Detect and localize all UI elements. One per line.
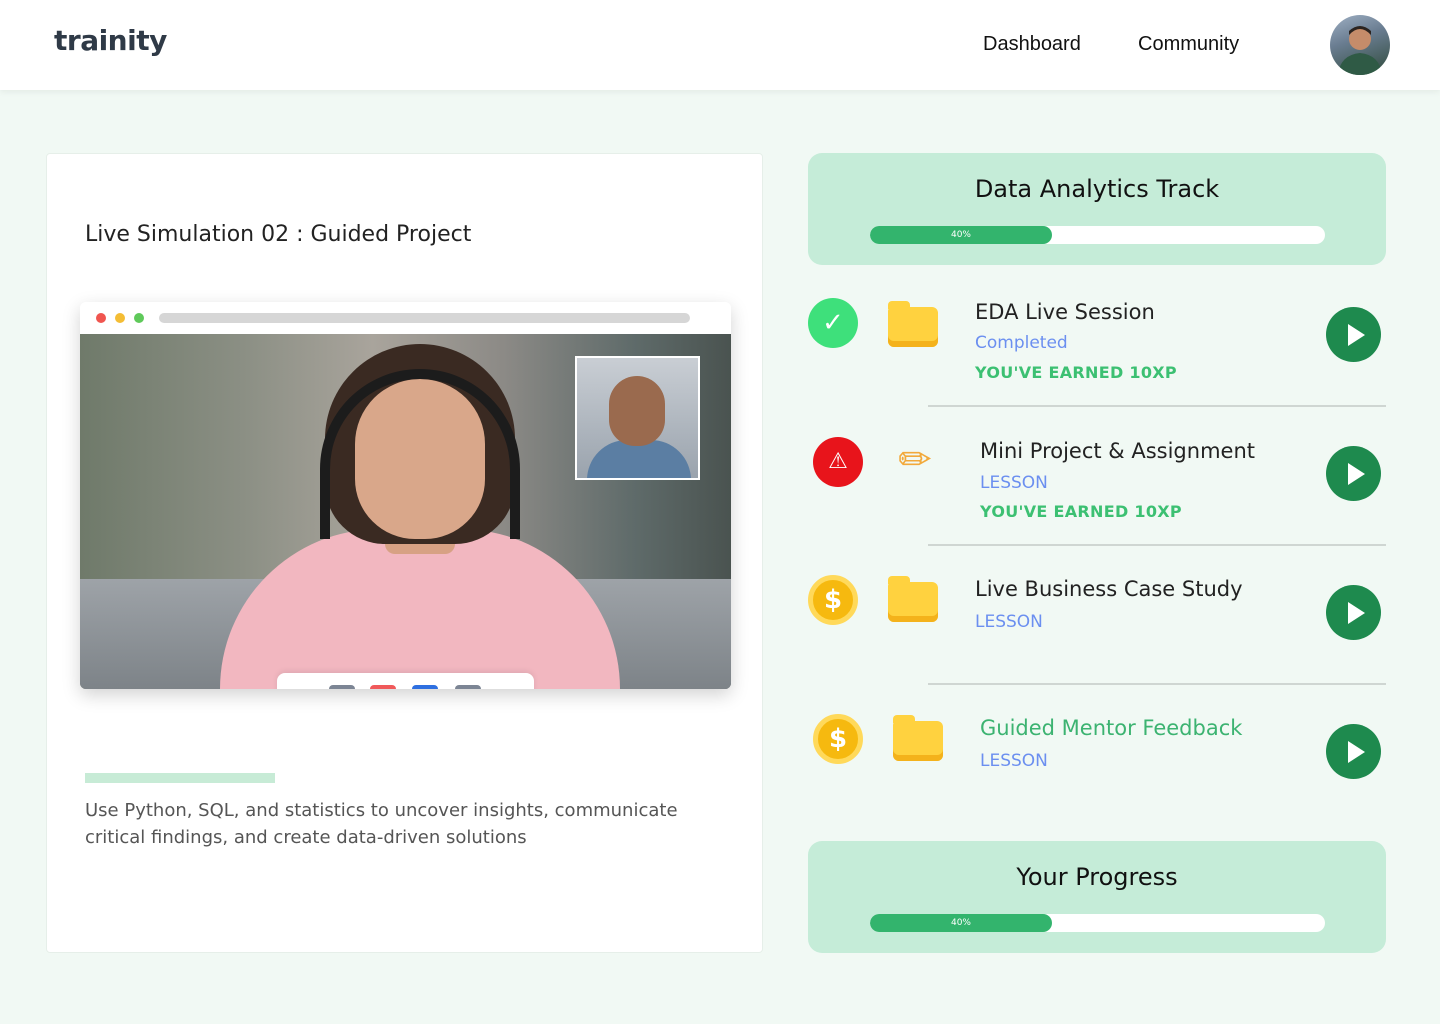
- lesson-title: Guided Mentor Feedback: [980, 716, 1243, 740]
- play-button[interactable]: [1326, 585, 1381, 640]
- folder-icon: [888, 301, 938, 347]
- trainity-logo[interactable]: trainity: [54, 24, 167, 57]
- lesson-status[interactable]: Completed: [975, 333, 1068, 353]
- video-feed[interactable]: ● ☎ ■ ⚙: [80, 334, 731, 689]
- nav-dashboard[interactable]: Dashboard: [983, 33, 1081, 56]
- overall-progress-bar: 40%: [870, 914, 1325, 932]
- lesson-status[interactable]: LESSON: [980, 473, 1048, 493]
- call-controls: ● ☎ ■ ⚙: [277, 673, 534, 689]
- lesson-title: Mini Project & Assignment: [980, 439, 1255, 463]
- check-icon: ✓: [808, 298, 858, 348]
- lesson-title: Live Business Case Study: [975, 577, 1243, 601]
- coin-icon: $: [813, 714, 863, 764]
- alert-icon: ⚠: [813, 437, 863, 487]
- overall-progress-fill: 40%: [870, 914, 1052, 932]
- track-title: Data Analytics Track: [974, 175, 1220, 203]
- settings-gear-icon[interactable]: ⚙: [455, 685, 481, 689]
- lesson-xp: YOU'VE EARNED 10XP: [975, 363, 1177, 382]
- lesson-item[interactable]: ⚠ ✏ Mini Project & Assignment LESSON YOU…: [808, 404, 1386, 542]
- user-avatar[interactable]: [1330, 15, 1390, 75]
- avatar-photo: [1338, 26, 1382, 75]
- progress-title: Your Progress: [1016, 863, 1178, 891]
- play-button[interactable]: [1326, 307, 1381, 362]
- play-button[interactable]: [1326, 724, 1381, 779]
- video-call-window: ● ☎ ■ ⚙: [80, 302, 731, 689]
- folder-icon: [893, 715, 943, 761]
- simulation-title: Live Simulation 02 : Guided Project: [85, 222, 472, 247]
- track-progress-fill: 40%: [870, 226, 1052, 244]
- lesson-status[interactable]: LESSON: [975, 612, 1043, 632]
- lesson-status[interactable]: LESSON: [980, 751, 1048, 771]
- folder-icon: [888, 576, 938, 622]
- end-call-icon[interactable]: ☎: [370, 685, 396, 689]
- top-header: trainity Dashboard Community: [0, 0, 1440, 90]
- window-minimize-dot[interactable]: [115, 313, 125, 323]
- camera-icon[interactable]: ■: [412, 685, 438, 689]
- coin-icon: $: [808, 575, 858, 625]
- lesson-item[interactable]: $ Live Business Case Study LESSON: [808, 544, 1386, 682]
- address-bar[interactable]: [159, 313, 690, 323]
- browser-titlebar: [80, 302, 731, 334]
- participant-head: [609, 376, 665, 446]
- participant-body: [587, 440, 691, 478]
- lesson-xp: YOU'VE EARNED 10XP: [980, 502, 1182, 521]
- lesson-item[interactable]: $ Guided Mentor Feedback LESSON: [808, 683, 1386, 821]
- window-maximize-dot[interactable]: [134, 313, 144, 323]
- track-card: Data Analytics Track 40%: [808, 153, 1386, 265]
- window-close-dot[interactable]: [96, 313, 106, 323]
- lesson-item[interactable]: ✓ EDA Live Session Completed YOU'VE EARN…: [808, 265, 1386, 403]
- progress-card: Your Progress 40%: [808, 841, 1386, 953]
- accent-divider: [85, 773, 275, 783]
- simulation-description: Use Python, SQL, and statistics to uncov…: [85, 800, 678, 848]
- simulation-card: Live Simulation 02 : Guided Project ● ☎ …: [46, 153, 763, 953]
- nav-community[interactable]: Community: [1138, 33, 1239, 56]
- microphone-icon[interactable]: ●: [329, 685, 355, 689]
- play-button[interactable]: [1326, 446, 1381, 501]
- lesson-title: EDA Live Session: [975, 300, 1155, 324]
- pencil-icon: ✏: [898, 437, 932, 483]
- participant-thumbnail[interactable]: [575, 356, 700, 480]
- track-progress-bar: 40%: [870, 226, 1325, 244]
